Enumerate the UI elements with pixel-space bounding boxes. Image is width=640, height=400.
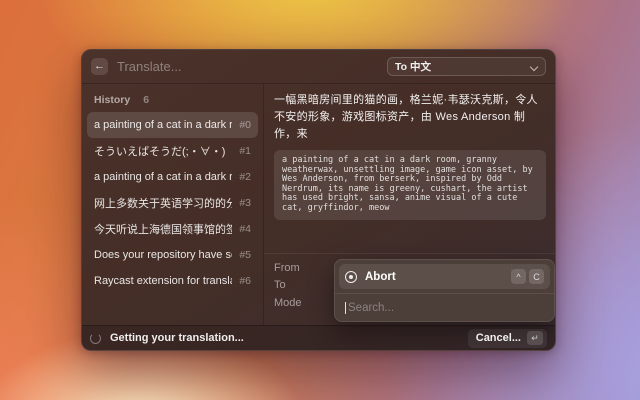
history-header: History 6 bbox=[87, 87, 258, 112]
history-count: 6 bbox=[143, 94, 149, 106]
metadata-label: From bbox=[274, 262, 300, 274]
metadata-label: Mode bbox=[274, 297, 302, 309]
history-item-text: そういえばそうだ(;・∀・) bbox=[94, 143, 232, 159]
history-item-1[interactable]: そういえばそうだ(;・∀・) #1 bbox=[87, 138, 258, 164]
status-message: Getting your translation... bbox=[110, 332, 244, 344]
search-placeholder: Search... bbox=[347, 302, 394, 314]
target-language-label: To 中文 bbox=[395, 59, 431, 74]
loading-spinner-icon bbox=[90, 333, 101, 344]
source-text-block: a painting of a cat in a dark room, gran… bbox=[274, 150, 546, 220]
history-item-text: Does your repository have so man... bbox=[94, 249, 232, 261]
text-caret bbox=[345, 302, 346, 314]
history-item-3[interactable]: 网上多数关于英语学习的的分享，都... #3 bbox=[87, 190, 258, 216]
abort-action-item[interactable]: Abort ^ C bbox=[339, 264, 550, 289]
history-item-0[interactable]: a painting of a cat in a dark room,... #… bbox=[87, 112, 258, 138]
history-item-4[interactable]: 今天听说上海德国领事馆的签证预约... #4 bbox=[87, 216, 258, 242]
history-item-index: #3 bbox=[239, 197, 251, 209]
status-bar: Getting your translation... Cancel... ↵ bbox=[82, 325, 555, 350]
history-item-text: a painting of a cat in a dark room,... bbox=[94, 119, 232, 131]
query-input[interactable]: Translate... bbox=[117, 59, 182, 74]
translate-window: ← Translate... To 中文 History 6 a paintin… bbox=[81, 49, 556, 351]
history-item-index: #4 bbox=[239, 223, 251, 235]
history-item-text: 今天听说上海德国领事馆的签证预约... bbox=[94, 221, 232, 237]
back-arrow-icon: ← bbox=[94, 61, 105, 72]
return-key-icon: ↵ bbox=[527, 331, 543, 345]
history-item-index: #0 bbox=[239, 119, 251, 131]
target-language-dropdown[interactable]: To 中文 bbox=[387, 57, 546, 76]
desktop: { "colors": { "bg_top_left": "#dc6f3c", … bbox=[0, 0, 640, 400]
abort-action-label: Abort bbox=[365, 271, 396, 283]
cancel-button[interactable]: Cancel... ↵ bbox=[468, 329, 547, 348]
c-keycap: C bbox=[529, 269, 544, 284]
history-title: History bbox=[94, 94, 130, 106]
history-item-index: #6 bbox=[239, 275, 251, 287]
history-panel: History 6 a painting of a cat in a dark … bbox=[82, 84, 264, 325]
cancel-label: Cancel... bbox=[476, 332, 521, 344]
back-button[interactable]: ← bbox=[91, 58, 108, 75]
history-item-text: 网上多数关于英语学习的的分享，都... bbox=[94, 195, 232, 211]
translation-result-text: 一幅黑暗房间里的猫的画，格兰妮·韦瑟沃克斯，令人不安的形象，游戏图标资产，由 W… bbox=[274, 92, 546, 143]
actions-search-input[interactable]: Search... bbox=[335, 294, 554, 322]
history-item-6[interactable]: Raycast extension for translation... #6 bbox=[87, 268, 258, 294]
history-item-text: a painting of a cat in a dark room,... bbox=[94, 171, 232, 183]
history-item-5[interactable]: Does your repository have so man... #5 bbox=[87, 242, 258, 268]
shortcut-keys: ^ C bbox=[511, 269, 544, 284]
history-item-2[interactable]: a painting of a cat in a dark room,... #… bbox=[87, 164, 258, 190]
history-item-index: #1 bbox=[239, 145, 251, 157]
metadata-label: To bbox=[274, 279, 286, 291]
history-item-index: #5 bbox=[239, 249, 251, 261]
abort-record-icon bbox=[345, 271, 357, 283]
ctrl-keycap: ^ bbox=[511, 269, 526, 284]
actions-popover: Abort ^ C Search... bbox=[334, 259, 555, 322]
metadata-divider bbox=[264, 253, 555, 254]
history-item-text: Raycast extension for translation... bbox=[94, 275, 232, 287]
chevron-down-icon bbox=[531, 63, 538, 70]
history-item-index: #2 bbox=[239, 171, 251, 183]
top-bar: ← Translate... To 中文 bbox=[82, 50, 555, 84]
